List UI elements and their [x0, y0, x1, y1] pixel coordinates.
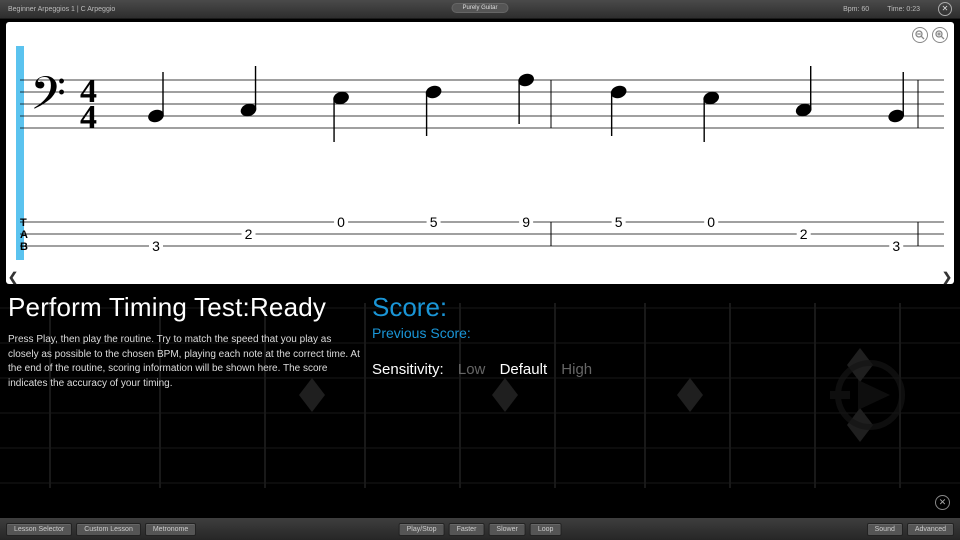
previous-score-label: Previous Score:: [372, 325, 592, 341]
sensitivity-option-high[interactable]: High: [561, 361, 592, 378]
sensitivity-label: Sensitivity:: [372, 361, 444, 378]
metronome-button[interactable]: Metronome: [145, 523, 196, 536]
faster-button[interactable]: Faster: [449, 523, 485, 536]
svg-text:5: 5: [430, 214, 438, 230]
svg-text:A: A: [20, 229, 28, 241]
brand-pill: Purely Guitar: [451, 3, 508, 13]
top-bar: Beginner Arpeggios 1 | C Arpeggio Purely…: [0, 0, 960, 19]
svg-text:4: 4: [80, 99, 97, 136]
svg-text:0: 0: [337, 214, 345, 230]
slower-button[interactable]: Slower: [488, 523, 525, 536]
breadcrumb: Beginner Arpeggios 1 | C Arpeggio: [8, 6, 115, 13]
svg-text:5: 5: [615, 214, 623, 230]
close-icon: ✕: [942, 5, 949, 13]
svg-text:2: 2: [245, 226, 253, 242]
svg-text:3: 3: [892, 238, 900, 254]
bottom-toolbar: Lesson Selector Custom Lesson Metronome …: [0, 518, 960, 540]
svg-text:T: T: [20, 217, 27, 229]
panel-close-button[interactable]: ✕: [935, 495, 950, 510]
svg-text:B: B: [20, 241, 28, 253]
sensitivity-row: Sensitivity: Low Default High: [372, 361, 592, 378]
svg-text:𝄢: 𝄢: [30, 69, 66, 131]
musical-staff: 𝄢44TAB320595023: [6, 22, 954, 272]
score-column: Score: Previous Score: Sensitivity: Low …: [372, 292, 592, 378]
time-label: Time: 0:23: [887, 6, 920, 13]
sound-button[interactable]: Sound: [867, 523, 903, 536]
score-label: Score:: [372, 292, 592, 323]
advanced-button[interactable]: Advanced: [907, 523, 954, 536]
svg-text:2: 2: [800, 226, 808, 242]
sensitivity-option-default[interactable]: Default: [500, 361, 548, 378]
scroll-right-button[interactable]: ❯: [942, 270, 952, 284]
play-stop-button[interactable]: Play/Stop: [399, 523, 445, 536]
custom-lesson-button[interactable]: Custom Lesson: [76, 523, 141, 536]
svg-text:3: 3: [152, 238, 160, 254]
svg-text:0: 0: [707, 214, 715, 230]
notation-panel: 𝄢44TAB320595023 ❮ ❯: [6, 22, 954, 284]
close-button[interactable]: ✕: [938, 2, 952, 16]
scroll-left-button[interactable]: ❮: [8, 270, 18, 284]
bpm-label: Bpm: 60: [843, 6, 869, 13]
loop-button[interactable]: Loop: [530, 523, 562, 536]
svg-text:9: 9: [522, 214, 530, 230]
sensitivity-option-low[interactable]: Low: [458, 361, 486, 378]
timing-instructions: Press Play, then play the routine. Try t…: [8, 333, 360, 391]
lesson-selector-button[interactable]: Lesson Selector: [6, 523, 72, 536]
close-icon: ✕: [939, 497, 947, 508]
